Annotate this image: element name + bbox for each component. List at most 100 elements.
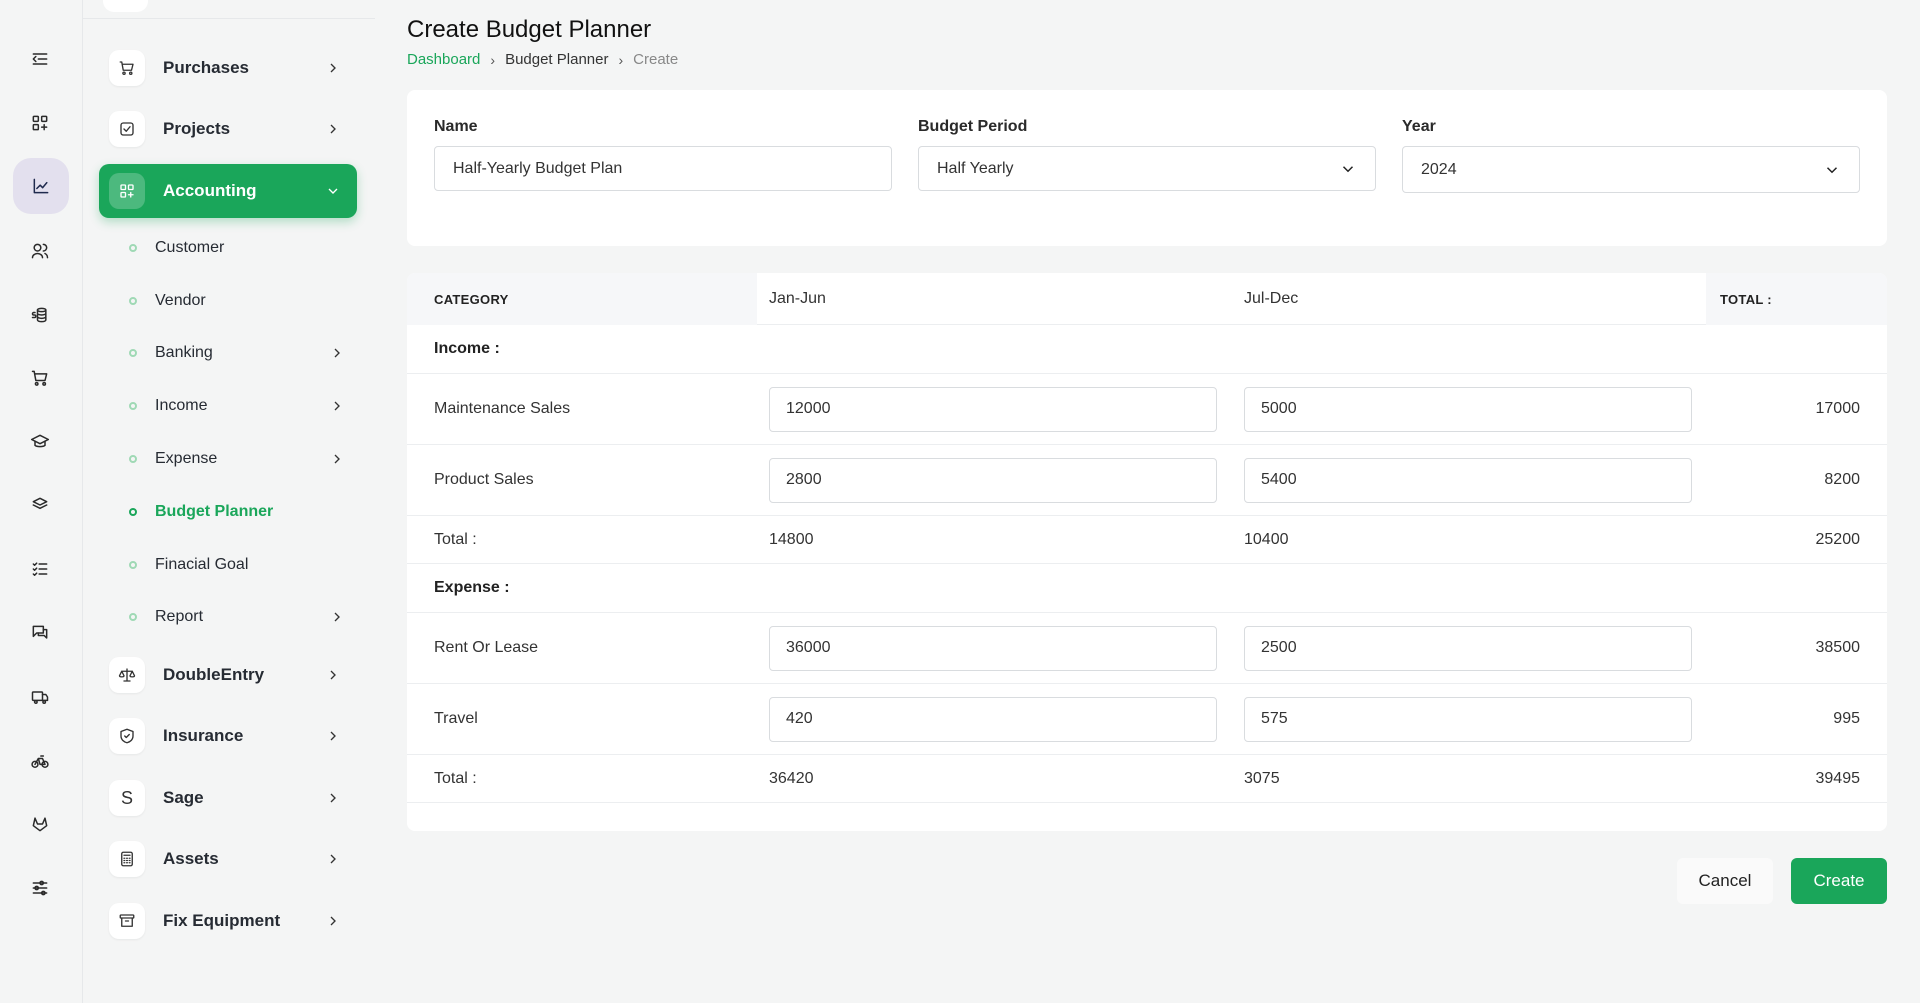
row-total: 8200	[1824, 471, 1860, 488]
year-select[interactable]: 2024	[1402, 146, 1860, 193]
budget-period-select[interactable]: Half Yearly	[918, 146, 1376, 191]
jul-dec-input[interactable]	[1244, 696, 1692, 742]
cancel-button[interactable]: Cancel	[1677, 858, 1773, 904]
bike-icon[interactable]	[20, 741, 60, 781]
sidebar-item-label: Fix Equipment	[163, 911, 281, 930]
letter-s-icon: S	[109, 780, 145, 816]
jul-dec-input[interactable]	[1244, 625, 1692, 671]
header-jan-jun: Jan-Jun	[769, 290, 826, 307]
breadcrumb-current: Create	[633, 51, 679, 68]
icon-rail	[0, 0, 83, 1003]
cart-icon[interactable]	[20, 358, 60, 398]
layers-icon[interactable]	[20, 485, 60, 525]
category-name: Travel	[434, 710, 478, 727]
truck-icon[interactable]	[20, 677, 60, 717]
submenu-label: Customer	[155, 239, 225, 256]
total-overall: 39495	[1815, 769, 1861, 787]
submenu-item-customer[interactable]: Customer	[127, 232, 357, 264]
list-check-icon[interactable]	[20, 549, 60, 589]
users-icon[interactable]	[20, 231, 60, 271]
messages-icon[interactable]	[20, 613, 60, 653]
jan-jun-input[interactable]	[769, 457, 1217, 503]
sidebar-item-insurance[interactable]: Insurance	[99, 709, 357, 763]
total-overall: 25200	[1815, 530, 1861, 548]
budget-period-value: Half Yearly	[937, 159, 1014, 177]
submenu-item-income[interactable]: Income	[127, 390, 357, 422]
header-jul-dec: Jul-Dec	[1244, 290, 1299, 307]
year-label: Year	[1402, 118, 1436, 135]
table-row: Travel 995	[407, 684, 1887, 755]
archive-icon	[109, 903, 145, 939]
row-total: 995	[1833, 710, 1860, 727]
submenu-item-banking[interactable]: Banking	[127, 337, 357, 369]
gitlab-icon[interactable]	[20, 804, 60, 844]
chart-line-icon[interactable]	[13, 158, 69, 214]
coins-icon[interactable]	[20, 295, 60, 335]
submenu-item-vendor[interactable]: Vendor	[127, 285, 357, 317]
breadcrumb-dashboard[interactable]: Dashboard	[407, 51, 480, 68]
main-content: Create Budget Planner Dashboard › Budget…	[407, 0, 1887, 1003]
sidebar-item-fix-equipment[interactable]: Fix Equipment	[99, 894, 357, 948]
sidebar: Purchases Projects Accounting Customer V…	[83, 0, 375, 1003]
chevron-right-icon	[329, 451, 345, 467]
create-button[interactable]: Create	[1791, 858, 1887, 904]
submenu-label: Report	[155, 608, 204, 625]
sidebar-item-label: Sage	[163, 788, 204, 807]
header-total: TOTAL :	[1706, 273, 1887, 325]
bullet-icon	[129, 244, 137, 252]
jan-jun-input[interactable]	[769, 625, 1217, 671]
budget-table-card: CATEGORY Jan-Jun Jul-Dec TOTAL : Income …	[407, 273, 1887, 831]
settings-sliders-icon[interactable]	[20, 868, 60, 908]
budget-period-label: Budget Period	[918, 118, 1028, 135]
sidebar-item-projects[interactable]: Projects	[99, 102, 357, 156]
submenu-item-financial-goal[interactable]: Finacial Goal	[127, 549, 357, 581]
submenu-item-expense[interactable]: Expense	[127, 443, 357, 475]
submenu-item-budget-planner[interactable]: Budget Planner	[127, 496, 357, 528]
income-section-title: Income :	[434, 340, 500, 357]
jan-jun-input[interactable]	[769, 386, 1217, 432]
name-input-value: Half-Yearly Budget Plan	[453, 159, 623, 177]
sidebar-item-assets[interactable]: Assets	[99, 832, 357, 886]
apps-icon[interactable]	[20, 103, 60, 143]
jul-dec-input[interactable]	[1244, 386, 1692, 432]
chevron-right-icon	[329, 345, 345, 361]
row-total: 38500	[1815, 639, 1861, 656]
collapse-menu-icon[interactable]	[20, 39, 60, 79]
expense-section-title: Expense :	[434, 579, 510, 596]
category-name: Rent Or Lease	[434, 639, 539, 656]
sidebar-item-purchases[interactable]: Purchases	[99, 41, 357, 95]
income-total-row: Total : 14800 10400 25200	[407, 516, 1887, 564]
checkbox-icon	[109, 111, 145, 147]
bullet-icon	[129, 613, 137, 621]
chevron-right-icon	[325, 913, 341, 929]
submenu-label: Budget Planner	[155, 503, 274, 520]
jan-jun-input[interactable]	[769, 696, 1217, 742]
sidebar-item-label: Accounting	[163, 181, 257, 200]
jul-dec-input[interactable]	[1244, 457, 1692, 503]
sidebar-divider	[83, 18, 375, 19]
chevron-right-icon: ›	[490, 51, 496, 68]
name-input[interactable]: Half-Yearly Budget Plan	[434, 146, 892, 191]
shield-icon	[109, 718, 145, 754]
sidebar-item-sage[interactable]: S Sage	[99, 771, 357, 825]
scale-icon	[109, 657, 145, 693]
submenu-label: Banking	[155, 344, 213, 361]
chevron-right-icon	[325, 790, 341, 806]
sidebar-item-accounting[interactable]: Accounting	[99, 164, 357, 218]
budget-period-field: Budget Period Half Yearly	[918, 118, 1376, 191]
chevron-right-icon	[329, 609, 345, 625]
name-field: Name Half-Yearly Budget Plan	[434, 118, 892, 191]
chevron-right-icon: ›	[618, 51, 624, 68]
table-row: Maintenance Sales 17000	[407, 374, 1887, 445]
total-jan-jun: 36420	[769, 769, 814, 787]
submenu-item-report[interactable]: Report	[127, 601, 357, 633]
sidebar-item-doubleentry[interactable]: DoubleEntry	[99, 648, 357, 702]
graduation-cap-icon[interactable]	[20, 422, 60, 462]
breadcrumb-budget-planner[interactable]: Budget Planner	[505, 51, 608, 68]
total-jul-dec: 10400	[1244, 530, 1289, 548]
name-label: Name	[434, 118, 478, 135]
year-value: 2024	[1421, 160, 1457, 178]
submenu-label: Income	[155, 397, 208, 414]
chevron-right-icon	[325, 667, 341, 683]
sidebar-item-label: Purchases	[163, 58, 249, 77]
